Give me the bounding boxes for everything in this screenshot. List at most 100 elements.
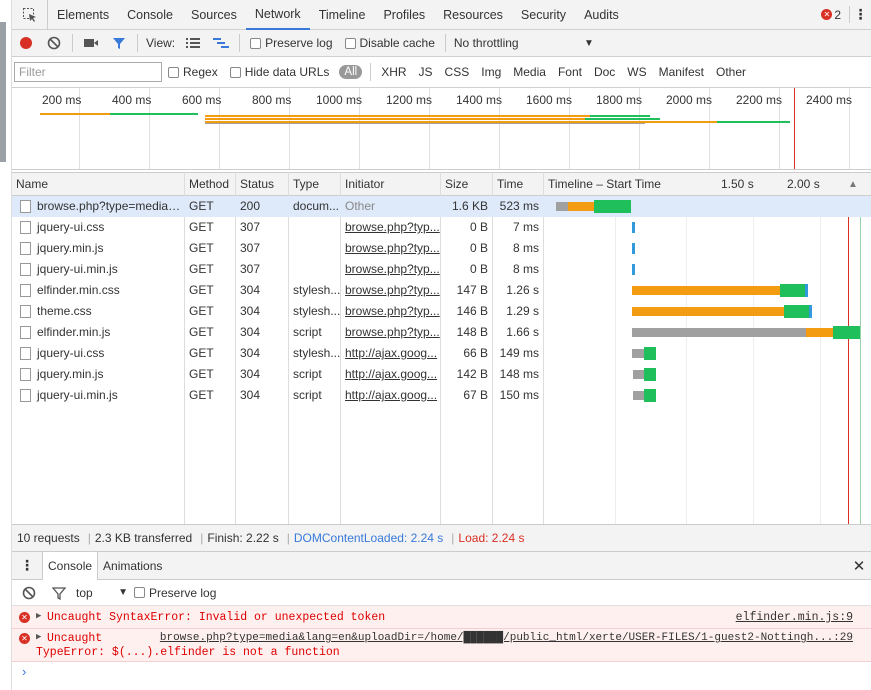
expand-triangle-icon[interactable]: ▶ [36,611,41,621]
expand-triangle-icon[interactable]: ▶ [36,632,41,642]
filter-input[interactable]: Filter [14,62,162,82]
waterfall-download-bar [594,200,631,213]
request-status: 304 [240,304,261,318]
type-filter-all[interactable]: All [339,65,363,79]
toolbar-divider [444,34,446,52]
request-initiator[interactable]: browse.php?typ... [341,322,441,343]
request-initiator[interactable]: browse.php?typ... [341,217,441,238]
request-status: 304 [240,367,261,381]
column-size[interactable]: Size [441,173,493,196]
table-row[interactable]: jquery-ui.min.js GET 304 script http://a… [12,385,871,406]
network-overview[interactable]: 200 ms 400 ms 600 ms 800 ms 1000 ms 1200… [12,88,871,170]
regex-checkbox[interactable]: Regex [168,65,218,79]
summary-divider: | [286,531,290,545]
request-initiator[interactable]: http://ajax.goog... [341,343,441,364]
table-row[interactable]: jquery-ui.css GET 307 browse.php?typ... … [12,217,871,238]
table-row[interactable]: jquery-ui.min.js GET 307 browse.php?typ.… [12,259,871,280]
waterfall-download-bar [632,264,635,275]
hide-data-urls-checkbox[interactable]: Hide data URLs [229,65,329,79]
type-filter-js[interactable]: JS [419,65,433,79]
summary-divider: | [200,531,204,545]
request-initiator[interactable]: http://ajax.goog... [341,385,441,406]
throttling-select[interactable]: No throttling ▼ [454,36,594,50]
type-filter-ws[interactable]: WS [627,65,646,79]
overview-toggle-button[interactable] [212,34,230,52]
type-filter-img[interactable]: Img [481,65,501,79]
request-initiator[interactable]: http://ajax.goog... [341,364,441,385]
console-prompt[interactable]: › [12,662,871,682]
request-name: jquery-ui.min.js [12,259,185,280]
request-initiator[interactable]: browse.php?typ... [341,238,441,259]
table-row[interactable]: theme.css GET 304 stylesh... browse.php?… [12,301,871,322]
disable-cache-checkbox[interactable]: Disable cache [344,36,435,50]
request-name: jquery.min.js [12,364,185,385]
type-filter-css[interactable]: CSS [445,65,470,79]
drawer-tab-animations[interactable]: Animations [98,552,167,580]
column-timeline[interactable]: Timeline – Start Time 1.50 s 2.00 s ▲ [544,173,871,196]
request-initiator[interactable]: browse.php?typ... [341,280,441,301]
more-menu-icon[interactable]: ⋮ [849,6,871,23]
large-rows-button[interactable] [184,34,202,52]
request-method: GET [189,367,214,381]
tab-sources[interactable]: Sources [182,0,246,30]
tab-profiles[interactable]: Profiles [374,0,434,30]
context-value: top [76,585,93,600]
preserve-log-checkbox[interactable]: Preserve log [250,36,333,50]
console-filter-button[interactable] [52,586,66,600]
error-counter[interactable]: ✕ 2 [821,8,849,22]
console-preserve-log-checkbox[interactable]: Preserve log [134,586,216,600]
table-row[interactable]: browse.php?type=media&... GET 200 docum.… [12,196,871,217]
tab-elements[interactable]: Elements [48,0,118,30]
clear-console-button[interactable] [22,586,40,600]
request-initiator[interactable]: browse.php?typ... [341,301,441,322]
console-error-message[interactable]: ✕ ▶ Uncaught SyntaxError: Invalid or une… [12,606,871,629]
funnel-icon [52,586,66,600]
request-initiator[interactable]: browse.php?typ... [341,259,441,280]
funnel-icon [113,38,125,49]
filter-toggle-button[interactable] [110,34,128,52]
table-row[interactable]: jquery-ui.css GET 304 stylesh... http://… [12,343,871,364]
error-source-link[interactable]: browse.php?type=media&lang=en&uploadDir=… [160,632,853,644]
tab-security[interactable]: Security [512,0,575,30]
capture-screenshots-button[interactable] [82,34,100,52]
drawer-menu-icon[interactable]: ⋮ [12,557,42,574]
error-count: 2 [834,7,841,22]
tab-audits[interactable]: Audits [575,0,628,30]
column-status[interactable]: Status [236,173,289,196]
tab-console[interactable]: Console [118,0,182,30]
type-filter-media[interactable]: Media [513,65,546,79]
type-filter-other[interactable]: Other [716,65,746,79]
request-method: GET [189,199,214,213]
table-row[interactable]: elfinder.min.css GET 304 stylesh... brow… [12,280,871,301]
table-row[interactable]: jquery.min.js GET 307 browse.php?typ... … [12,238,871,259]
column-name[interactable]: Name [12,173,185,196]
column-initiator[interactable]: Initiator [341,173,441,196]
filter-bar: Filter Regex Hide data URLs All XHR JS C… [12,57,871,88]
request-status: 307 [240,241,261,255]
clear-button[interactable] [45,34,63,52]
column-time[interactable]: Time [493,173,544,196]
request-status: 304 [240,346,261,360]
finish-time: Finish: 2.22 s [207,531,279,545]
record-button[interactable] [17,34,35,52]
context-select[interactable]: top ▼ [76,586,128,600]
tab-network[interactable]: Network [245,0,310,30]
drawer-tab-console[interactable]: Console [42,551,99,580]
type-filter-manifest[interactable]: Manifest [659,65,704,79]
type-filter-xhr[interactable]: XHR [381,65,406,79]
waterfall-ssl-bar [809,305,812,318]
tab-resources[interactable]: Resources [434,0,512,30]
main-tab-bar: Elements Console Sources Network Timelin… [12,0,871,30]
console-error-message[interactable]: ✕ ▶ Uncaught TypeError: $(...).elfinder … [12,629,871,662]
inspect-element-button[interactable] [12,0,48,30]
type-filter-font[interactable]: Font [558,65,582,79]
column-method[interactable]: Method [185,173,236,196]
table-row[interactable]: elfinder.min.js GET 304 script browse.ph… [12,322,871,343]
tab-timeline[interactable]: Timeline [310,0,375,30]
close-drawer-icon[interactable]: ✕ [847,557,871,575]
error-source-link[interactable]: elfinder.min.js:9 [736,611,853,624]
column-type[interactable]: Type [289,173,341,196]
type-filter-doc[interactable]: Doc [594,65,615,79]
table-row[interactable]: jquery.min.js GET 304 script http://ajax… [12,364,871,385]
page-scroll-fill [0,22,6,162]
